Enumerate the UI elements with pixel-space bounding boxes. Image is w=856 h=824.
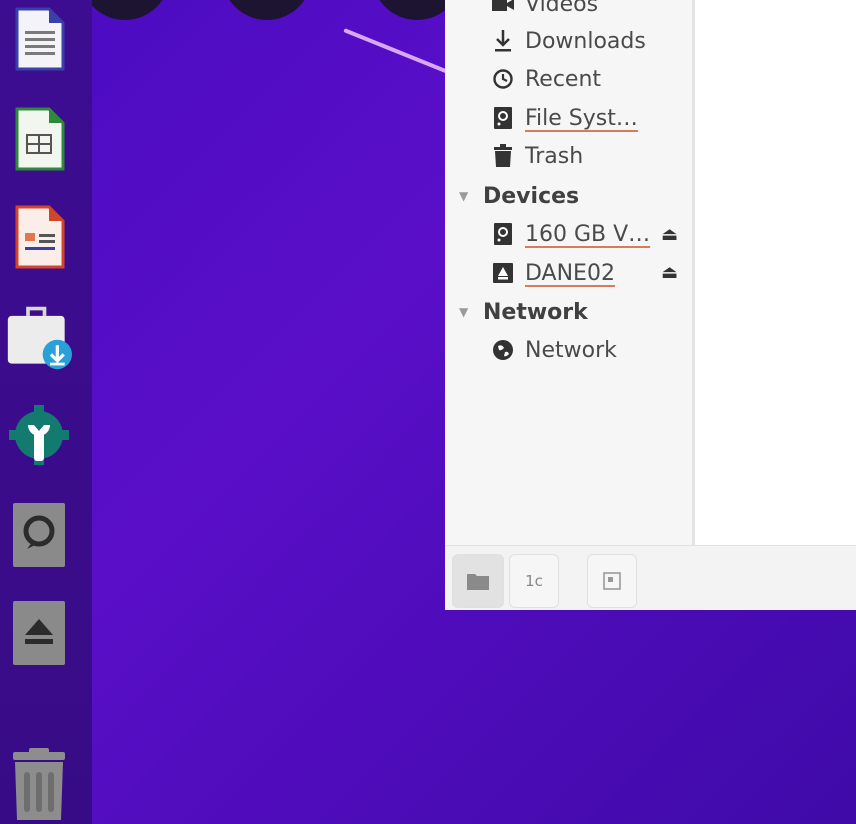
dock-item-settings[interactable] xyxy=(6,402,72,472)
impress-icon xyxy=(15,205,65,269)
sidebar-item-label: Recent xyxy=(525,66,602,92)
toggle-sidebar-button[interactable] xyxy=(452,554,504,608)
usb-drive-icon xyxy=(491,261,515,285)
section-header-network[interactable]: ▼ Network xyxy=(459,296,588,328)
video-icon xyxy=(491,0,515,16)
collapse-triangle-icon: ▼ xyxy=(459,305,469,319)
file-manager-window: Videos Downloads Recent File Syst… Trash xyxy=(445,0,856,610)
sidebar-item-label: Downloads xyxy=(525,28,646,54)
desktop-decoration-circle xyxy=(222,0,312,20)
sidebar-item-label: Videos xyxy=(525,0,599,17)
sidebar-item-label: 160 GB V… xyxy=(525,221,651,247)
harddisk-icon xyxy=(491,222,515,246)
collapse-triangle-icon: ▼ xyxy=(459,189,469,203)
trash-icon xyxy=(491,144,515,168)
download-icon xyxy=(491,29,515,53)
harddisk-icon xyxy=(491,106,515,130)
sidebar-item-label: Network xyxy=(525,337,617,363)
calc-icon xyxy=(15,107,65,171)
dock-item-writer[interactable] xyxy=(6,4,72,74)
sidebar-item-recent[interactable]: Recent xyxy=(491,62,691,96)
clock-icon xyxy=(491,67,515,91)
dock-item-calc[interactable] xyxy=(6,104,72,174)
sidebar-item-trash[interactable]: Trash xyxy=(491,139,691,173)
sidebar-item-label: File Syst… xyxy=(525,105,638,131)
sidebar-item-label: DANE02 xyxy=(525,260,615,286)
folder-icon xyxy=(467,574,489,590)
eject-drive-icon xyxy=(13,601,65,665)
dock-item-removable-drive[interactable] xyxy=(6,598,72,668)
drive-icon xyxy=(13,503,65,567)
sidebar-item-videos[interactable]: Videos xyxy=(491,0,691,21)
writer-icon xyxy=(15,7,65,71)
text-view-label: 1c xyxy=(525,572,543,590)
sidebar-item-label: Trash xyxy=(525,143,584,169)
places-sidebar: Videos Downloads Recent File Syst… Trash xyxy=(445,0,695,545)
globe-icon xyxy=(491,338,515,362)
sidebar-item-downloads[interactable]: Downloads xyxy=(491,24,691,58)
preview-icon xyxy=(603,572,621,590)
section-header-devices[interactable]: ▼ Devices xyxy=(459,180,579,212)
sidebar-item-network[interactable]: Network xyxy=(491,333,691,367)
file-view-pane[interactable] xyxy=(695,0,856,545)
sidebar-item-file-system[interactable]: File Syst… xyxy=(491,101,691,135)
status-bar: 1c xyxy=(445,545,856,610)
desktop-decoration-circle xyxy=(80,0,170,20)
dock-item-impress[interactable] xyxy=(6,202,72,272)
text-view-button[interactable]: 1c xyxy=(509,554,559,608)
trash-icon xyxy=(13,748,65,820)
settings-icon xyxy=(9,405,69,465)
desktop-decoration-line xyxy=(343,28,457,77)
dock-item-software[interactable] xyxy=(6,302,72,372)
software-icon xyxy=(7,306,72,370)
dock-item-trash[interactable] xyxy=(6,748,72,820)
dock-item-drive[interactable] xyxy=(6,500,72,570)
preview-pane-button[interactable] xyxy=(587,554,637,608)
launcher-dock xyxy=(0,0,92,824)
section-label: Devices xyxy=(483,183,580,209)
eject-button[interactable]: ⏏ xyxy=(661,262,678,283)
section-label: Network xyxy=(483,299,588,325)
eject-button[interactable]: ⏏ xyxy=(661,224,678,245)
